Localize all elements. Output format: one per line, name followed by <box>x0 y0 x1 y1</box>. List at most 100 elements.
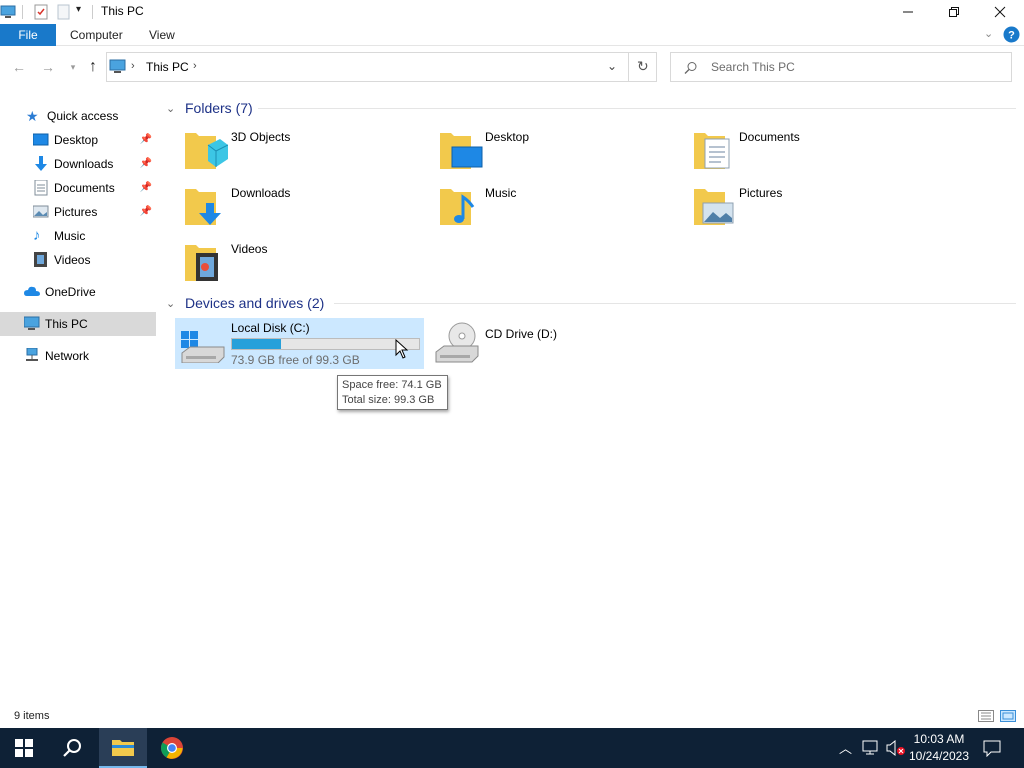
nav-label: Music <box>54 229 86 243</box>
tab-computer[interactable]: Computer <box>60 24 133 46</box>
folder-documents[interactable]: Documents <box>693 125 933 177</box>
ribbon-tabs: File Computer View ⌄ ? <box>0 24 1024 46</box>
pin-icon: 📌 <box>139 134 152 145</box>
address-bar[interactable]: › This PC › ⌄ ↻ <box>106 52 657 82</box>
nav-onedrive[interactable]: OneDrive <box>0 280 156 304</box>
restore-button[interactable] <box>931 0 977 24</box>
clock-date: 10/24/2023 <box>908 749 970 763</box>
documents-folder-icon <box>694 133 730 169</box>
nav-documents[interactable]: Documents 📌 <box>0 176 156 200</box>
search-icon <box>63 739 81 757</box>
desktop-icon <box>33 133 49 146</box>
nav-label: Documents <box>54 181 115 195</box>
videos-icon <box>34 252 47 267</box>
nav-quick-access[interactable]: ★ Quick access <box>0 104 156 128</box>
file-explorer-icon <box>112 740 134 756</box>
folder-pictures[interactable]: Pictures <box>693 181 933 233</box>
drive-cd-d[interactable]: CD Drive (D:) <box>434 318 634 370</box>
taskbar-chrome[interactable] <box>148 728 196 768</box>
tab-file[interactable]: File <box>0 24 56 46</box>
pin-icon: 📌 <box>139 158 152 169</box>
pin-icon: 📌 <box>139 206 152 217</box>
drive-tooltip: Space free: 74.1 GB Total size: 99.3 GB <box>337 375 448 410</box>
customize-qat-dropdown-icon[interactable]: ▾ <box>76 4 81 15</box>
address-history-dropdown-icon[interactable]: ⌄ <box>607 59 617 73</box>
expand-ribbon-icon[interactable]: ⌄ <box>984 27 993 40</box>
details-view-icon[interactable] <box>978 710 994 722</box>
nav-this-pc[interactable]: This PC <box>0 312 156 336</box>
refresh-icon[interactable]: ↻ <box>637 58 649 75</box>
chevron-down-icon: ▾ <box>70 62 76 72</box>
navigation-pane: ★ Quick access Desktop 📌 Downloads 📌 Doc… <box>0 100 157 704</box>
forward-arrow-icon: → <box>41 59 55 75</box>
folder-label: Music <box>485 186 517 200</box>
network-icon <box>26 348 38 361</box>
taskbar-file-explorer[interactable] <box>99 728 147 768</box>
system-clock[interactable]: 10:03 AM 10/24/2023 <box>906 731 972 765</box>
folder-label: Videos <box>231 242 268 256</box>
start-button[interactable] <box>0 728 48 768</box>
folder-label: 3D Objects <box>231 130 291 144</box>
nav-music[interactable]: ♪ Music <box>0 224 156 248</box>
search-button[interactable] <box>48 728 96 768</box>
videos-folder-icon <box>185 245 218 281</box>
pin-icon: 📌 <box>139 182 152 193</box>
separator <box>92 5 93 19</box>
notifications-icon[interactable] <box>983 739 1001 757</box>
show-hidden-icons-chevron-icon[interactable]: ︿ <box>839 738 852 757</box>
recent-locations-button[interactable]: ▾ <box>63 57 83 77</box>
nav-downloads[interactable]: Downloads 📌 <box>0 152 156 176</box>
up-button[interactable]: ↑ <box>83 57 103 77</box>
title-bar: ▾ This PC <box>0 0 1024 24</box>
drive-name: Local Disk (C:) <box>231 321 310 335</box>
volume-muted-icon[interactable] <box>886 740 906 756</box>
close-button[interactable] <box>977 0 1023 24</box>
desktop-folder-icon <box>440 133 483 169</box>
nav-label: Pictures <box>54 205 98 219</box>
folder-3d-objects[interactable]: 3D Objects <box>184 125 424 177</box>
search-icon <box>684 62 697 74</box>
folder-downloads[interactable]: Downloads <box>184 181 424 233</box>
nav-pictures[interactable]: Pictures 📌 <box>0 200 156 224</box>
pictures-icon <box>33 205 49 218</box>
breadcrumb-separator-icon[interactable]: › <box>131 60 135 72</box>
drive-name: CD Drive (D:) <box>485 327 557 341</box>
minimize-button[interactable] <box>885 0 931 24</box>
tooltip-total-size: Total size: 99.3 GB <box>342 394 435 406</box>
properties-icon[interactable] <box>32 3 50 21</box>
forward-button[interactable]: → <box>38 57 58 77</box>
tab-view[interactable]: View <box>139 24 185 46</box>
taskbar: ︿ 10:03 AM 10/24/2023 <box>0 728 1024 768</box>
drive-local-disk-c[interactable]: Local Disk (C:) 73.9 GB free of 99.3 GB <box>175 318 424 369</box>
drive-usage-fill <box>232 339 281 349</box>
folder-music[interactable]: Music <box>439 181 679 233</box>
nav-videos[interactable]: Videos <box>0 248 156 272</box>
group-header-devices[interactable]: ⌄ Devices and drives (2) <box>166 293 324 313</box>
large-icons-view-icon[interactable] <box>1000 710 1016 722</box>
nav-label: OneDrive <box>45 285 96 299</box>
nav-network[interactable]: Network <box>0 344 156 368</box>
3d-objects-icon <box>185 133 228 169</box>
breadcrumb-separator-icon[interactable]: › <box>193 60 197 72</box>
tooltip-space-free: Space free: 74.1 GB <box>342 379 442 391</box>
search-box[interactable]: Search This PC <box>670 52 1012 82</box>
group-header-folders[interactable]: ⌄ Folders (7) <box>166 98 253 118</box>
new-folder-icon[interactable] <box>55 3 73 21</box>
group-divider <box>258 108 1016 109</box>
group-title: Devices and drives (2) <box>185 295 325 311</box>
breadcrumb-this-pc[interactable]: This PC <box>146 60 189 74</box>
downloads-folder-icon <box>185 189 221 225</box>
folder-videos[interactable]: Videos <box>184 237 424 289</box>
nav-desktop[interactable]: Desktop 📌 <box>0 128 156 152</box>
back-button[interactable]: ← <box>9 57 29 77</box>
folder-desktop[interactable]: Desktop <box>439 125 679 177</box>
cloud-icon <box>24 286 40 296</box>
minimize-icon <box>903 11 913 13</box>
help-icon[interactable]: ? <box>1003 26 1020 43</box>
up-arrow-icon: ↑ <box>89 58 97 75</box>
star-icon: ★ <box>26 108 39 124</box>
pictures-folder-icon <box>694 189 734 225</box>
this-pc-icon[interactable] <box>0 3 18 21</box>
restore-icon <box>949 7 959 17</box>
network-status-icon[interactable] <box>862 740 880 756</box>
